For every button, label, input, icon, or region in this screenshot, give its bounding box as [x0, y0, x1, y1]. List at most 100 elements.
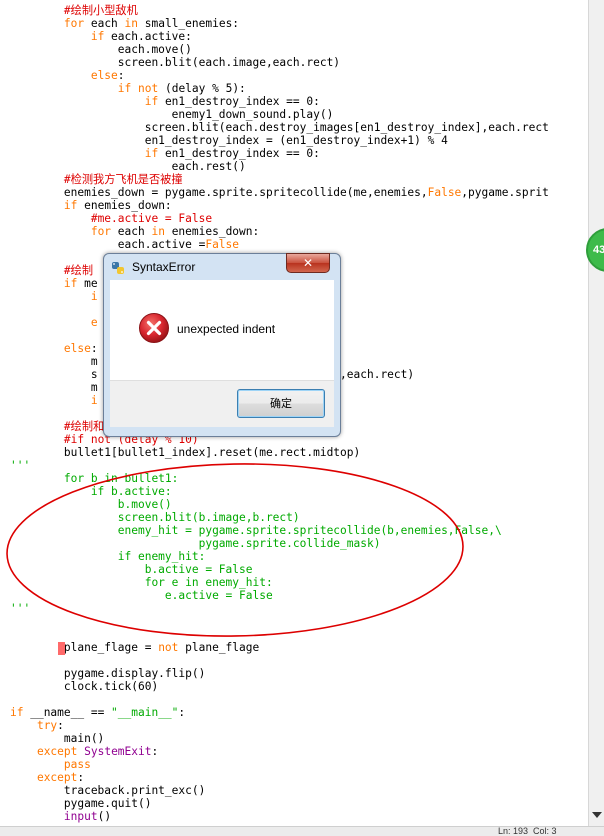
ok-button[interactable]: 确定	[237, 389, 325, 418]
code-token: pygame.quit()	[10, 797, 152, 810]
code-line[interactable]: b.move()	[10, 498, 172, 511]
code-token: "__main__"	[111, 706, 179, 719]
code-line[interactable]: if en1_destroy_index == 0:	[10, 95, 320, 108]
code-line[interactable]: en1_destroy_index = (en1_destroy_index+1…	[10, 134, 448, 147]
code-line[interactable]: plane_flage = not plane_flage	[10, 641, 259, 654]
code-token: screen.blit(each.destroy_images[en1_dest…	[10, 121, 549, 134]
code-token: enemy1_down_sound.play()	[10, 108, 334, 121]
code-line[interactable]: pygame.quit()	[10, 797, 152, 810]
code-line[interactable]: e	[10, 316, 98, 329]
code-line[interactable]: except SystemExit:	[10, 745, 158, 758]
dialog-footer: 确定	[110, 380, 334, 427]
code-token: i	[90, 290, 98, 303]
code-token: main()	[10, 732, 105, 745]
dialog-titlebar[interactable]: SyntaxError ✕	[104, 253, 340, 280]
vertical-scrollbar[interactable]	[588, 0, 604, 826]
code-line[interactable]: traceback.print_exc()	[10, 784, 205, 797]
code-token: if	[63, 199, 78, 212]
code-line[interactable]: if each.active:	[10, 30, 192, 43]
code-line[interactable]: if b.active:	[10, 485, 172, 498]
code-token: m	[10, 355, 98, 368]
code-token: if	[144, 95, 159, 108]
scroll-down-arrow-icon[interactable]	[592, 812, 602, 818]
code-line[interactable]: for e in enemy_hit:	[10, 576, 273, 589]
code-line[interactable]: pygame.display.flip()	[10, 667, 205, 680]
code-token: False	[205, 238, 240, 251]
code-token: enemies_down:	[77, 199, 172, 212]
code-line[interactable]: enemies_down = pygame.sprite.spritecolli…	[10, 186, 549, 199]
code-line[interactable]: bullet1[bullet1_index].reset(me.rect.mid…	[10, 446, 360, 459]
code-line[interactable]: if me	[10, 277, 98, 290]
code-line[interactable]: input()	[10, 810, 111, 823]
code-line[interactable]: i	[10, 290, 98, 303]
code-line[interactable]: m	[10, 355, 98, 368]
code-line[interactable]: else:	[10, 342, 98, 355]
code-token: input	[63, 810, 98, 823]
code-line[interactable]: for b in bullet1:	[10, 472, 179, 485]
code-line[interactable]: main()	[10, 732, 104, 745]
code-token: traceback.print_exc()	[10, 784, 206, 797]
close-button[interactable]: ✕	[286, 253, 330, 273]
code-line[interactable]: each.active =False	[10, 238, 239, 251]
code-line[interactable]: enemy_hit = pygame.sprite.spritecollide(…	[10, 524, 502, 537]
code-line[interactable]: e.active = False	[10, 589, 273, 602]
code-line[interactable]: except:	[10, 771, 84, 784]
code-line[interactable]: if enemy_hit:	[10, 550, 206, 563]
code-token: in	[151, 225, 165, 238]
code-token: :	[57, 719, 64, 732]
code-line[interactable]: #绘制	[10, 264, 93, 277]
code-token: False	[427, 186, 462, 199]
code-line[interactable]: screen.blit(each.image,each.rect)	[10, 56, 340, 69]
syntax-error-dialog: SyntaxError ✕ unexpected indent 确定	[103, 253, 341, 437]
code-line[interactable]: else:	[10, 69, 125, 82]
code-line[interactable]: clock.tick(60)	[10, 680, 158, 693]
code-token: clock.tick(60)	[10, 680, 159, 693]
code-line[interactable]: i	[10, 394, 98, 407]
code-line[interactable]: #绘制小型敌机	[10, 4, 138, 17]
code-token: bullet1[bullet1_index].reset(me.rect.mid…	[10, 446, 361, 459]
code-line[interactable]: enemy1_down_sound.play()	[10, 108, 334, 121]
code-line[interactable]: #me.active = False	[10, 212, 212, 225]
code-token: if	[90, 30, 105, 43]
code-token: en1_destroy_index == 0:	[158, 95, 320, 108]
dialog-title: SyntaxError	[132, 260, 196, 274]
code-token: screen.blit(b.image,b.rect)	[10, 511, 300, 524]
code-token: for b in bullet1:	[10, 472, 179, 485]
code-line[interactable]: pass	[10, 758, 91, 771]
code-line[interactable]: each.move()	[10, 43, 192, 56]
code-line[interactable]: if __name__ == "__main__":	[10, 706, 185, 719]
code-line[interactable]: for each in enemies_down:	[10, 225, 259, 238]
code-token: if	[10, 706, 24, 719]
code-line[interactable]: for each in small_enemies:	[10, 17, 239, 30]
code-line[interactable]: if enemies_down:	[10, 199, 172, 212]
code-line[interactable]: pygame.sprite.collide_mask)	[10, 537, 381, 550]
code-token: not	[158, 641, 179, 654]
code-line[interactable]: screen.blit(each.destroy_images[en1_dest…	[10, 121, 549, 134]
dialog-body: unexpected indent	[110, 280, 334, 380]
code-line[interactable]: try:	[10, 719, 64, 732]
code-line[interactable]: if en1_destroy_index == 0:	[10, 147, 320, 160]
code-line[interactable]: screen.blit(b.image,b.rect)	[10, 511, 300, 524]
code-token: plane_flage	[178, 641, 260, 654]
code-token: if	[117, 82, 132, 95]
code-token: ,pygame.sprit	[461, 186, 549, 199]
code-line[interactable]: #检测我方飞机是否被撞	[10, 173, 183, 186]
code-line[interactable]: b.active = False	[10, 563, 253, 576]
code-line[interactable]: each.rest()	[10, 160, 246, 173]
code-line[interactable]: if not (delay % 5):	[10, 82, 246, 95]
code-token: each	[84, 17, 125, 30]
code-token: SystemExit	[84, 745, 152, 758]
code-line[interactable]: '''	[10, 602, 30, 615]
code-line[interactable]: '''	[10, 459, 30, 472]
